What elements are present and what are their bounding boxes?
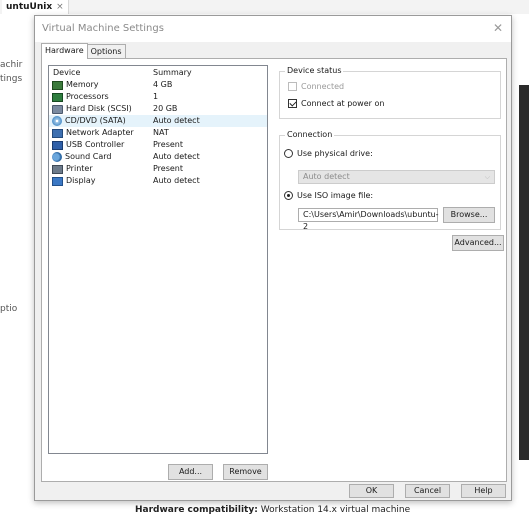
device-cell: Display [49,175,149,187]
device-list[interactable]: Device Summary Memory 4 GB Processors 1 Hard… [48,65,268,454]
chevron-down-icon: ⌵ [484,173,490,181]
dialog-titlebar[interactable]: Virtual Machine Settings ✕ [35,16,511,42]
device-cell: Processors [49,91,149,103]
physical-drive-select: Auto detect ⌵ [298,170,495,184]
device-cell: Sound Card [49,151,149,163]
advanced-button[interactable]: Advanced... [452,235,504,251]
device-row[interactable]: Printer Present [49,163,267,175]
device-summary: 20 GB [153,104,178,113]
host-hardware-compatibility: Hardware compatibility: Workstation 14.x… [135,505,410,515]
device-summary: Auto detect [153,116,200,125]
device-cell: Memory [49,79,149,91]
device-row[interactable]: Memory 4 GB [49,79,267,91]
device-summary: Present [153,140,184,149]
processor-icon [52,92,63,102]
sound-card-icon [52,152,62,162]
host-tab-label: untuUnix [6,2,53,12]
tab-options[interactable]: Options [86,44,126,59]
host-side-text: achir [0,60,23,70]
device-list-header: Device Summary [49,66,267,79]
host-tab[interactable]: untuUnix × [2,0,69,14]
device-summary: Present [153,164,184,173]
tab-hardware[interactable]: Hardware [41,43,88,59]
help-button[interactable]: Help [461,484,506,498]
chevron-down-icon[interactable]: ⌵ [428,209,433,221]
iso-path-value: C:\Users\Amir\Downloads\ubuntu-2 [303,210,439,231]
device-name: Hard Disk (SCSI) [66,104,132,113]
device-row[interactable]: Sound Card Auto detect [49,151,267,163]
device-summary: Auto detect [153,152,200,161]
use-physical-drive-radio[interactable]: Use physical drive: [284,149,373,158]
device-row[interactable]: USB Controller Present [49,139,267,151]
host-side-text: tings [0,74,23,84]
cancel-button[interactable]: Cancel [405,484,450,498]
connection-group: Connection Use physical drive: Auto dete… [279,130,501,231]
device-name: Display [66,176,96,185]
use-iso-image-radio[interactable]: Use ISO image file: [284,191,373,200]
memory-icon [52,80,63,90]
remove-button[interactable]: Remove [223,464,268,480]
host-tab-bar: untuUnix × [0,0,529,14]
hardware-compatibility-label: Hardware compatibility: [135,505,258,515]
hard-disk-icon [52,104,63,114]
iso-path-combobox[interactable]: C:\Users\Amir\Downloads\ubuntu-2 ⌵ [298,208,439,231]
host-dark-panel [519,85,529,460]
device-row[interactable]: Hard Disk (SCSI) 20 GB [49,103,267,115]
device-row[interactable]: CD/DVD (SATA) Auto detect [49,115,267,127]
connected-checkbox: Connected [288,82,344,91]
printer-icon [52,164,63,174]
device-row[interactable]: Display Auto detect [49,175,267,187]
dialog-tabs: Hardware Options [41,43,126,59]
device-name: USB Controller [66,140,125,149]
use-iso-image-radio-button[interactable] [284,191,293,200]
connect-at-power-on-label: Connect at power on [301,99,385,108]
device-cell: USB Controller [49,139,149,151]
connect-at-power-on-checkbox[interactable]: Connect at power on [288,99,384,108]
device-row[interactable]: Network Adapter NAT [49,127,267,139]
host-tab-close-icon[interactable]: × [56,0,64,14]
ok-button[interactable]: OK [349,484,394,498]
device-name: Sound Card [65,152,112,161]
display-icon [52,176,63,186]
device-status-label: Device status [285,66,344,75]
connected-label: Connected [301,82,345,91]
use-physical-drive-radio-button[interactable] [284,149,293,158]
connected-check-box [288,82,297,91]
device-name: Memory [66,80,99,89]
device-status-group: Device status Connected Connect at power… [279,66,501,119]
connection-label: Connection [285,130,335,139]
device-name: Network Adapter [66,128,134,137]
device-cell: Printer [49,163,149,175]
physical-drive-value: Auto detect [303,172,350,181]
device-summary: Auto detect [153,176,200,185]
usb-controller-icon [52,140,63,150]
dialog-title: Virtual Machine Settings [42,23,164,34]
device-summary: 1 [153,92,159,101]
browse-button[interactable]: Browse... [443,207,495,223]
hardware-compatibility-value: Workstation 14.x virtual machine [260,505,411,515]
add-button[interactable]: Add... [168,464,213,480]
column-header-device[interactable]: Device [49,66,149,79]
column-header-summary[interactable]: Summary [149,66,192,79]
device-name: CD/DVD (SATA) [65,116,126,125]
device-row[interactable]: Processors 1 [49,91,267,103]
device-summary: 4 GB [153,80,173,89]
hardware-panel: Device Summary Memory 4 GB Processors 1 Hard… [41,58,507,482]
use-physical-drive-label: Use physical drive: [297,149,373,158]
close-icon[interactable]: ✕ [493,21,503,35]
device-name: Printer [66,164,93,173]
device-cell: CD/DVD (SATA) [49,115,149,127]
use-iso-image-label: Use ISO image file: [297,191,374,200]
connect-at-power-on-check-box[interactable] [288,99,297,108]
vm-settings-dialog: Virtual Machine Settings ✕ Hardware Opti… [34,15,512,501]
network-adapter-icon [52,128,63,138]
device-summary: NAT [153,128,169,137]
device-cell: Network Adapter [49,127,149,139]
device-cell: Hard Disk (SCSI) [49,103,149,115]
host-side-text: ptio [0,304,18,314]
cd-dvd-icon [52,116,62,126]
device-name: Processors [66,92,109,101]
